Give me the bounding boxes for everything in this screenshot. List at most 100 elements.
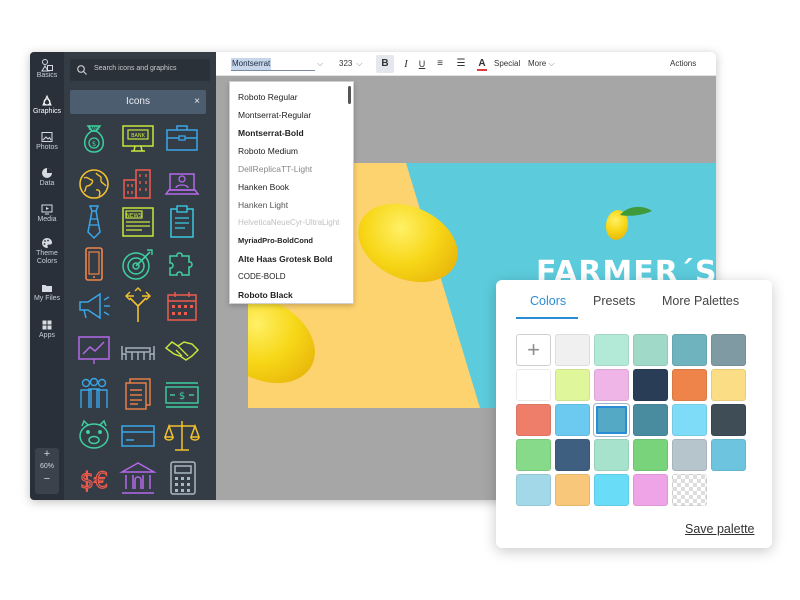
- piggy-bank-icon[interactable]: [74, 416, 114, 456]
- bank-bag-icon[interactable]: $ BANK: [74, 118, 114, 158]
- target-icon[interactable]: [118, 244, 158, 284]
- align-icon[interactable]: ≡: [434, 52, 446, 76]
- color-swatch[interactable]: [594, 439, 629, 471]
- color-swatch[interactable]: [555, 474, 590, 506]
- rail-item-data[interactable]: Data: [30, 166, 64, 188]
- font-option[interactable]: Alte Haas Grotesk Bold: [238, 250, 350, 268]
- rail-item-apps[interactable]: Apps: [30, 318, 64, 340]
- text-color-button[interactable]: A: [476, 52, 488, 76]
- font-option[interactable]: Hanken Light: [238, 196, 350, 214]
- color-swatch[interactable]: [711, 334, 746, 366]
- scales-icon[interactable]: [162, 416, 202, 456]
- special-button[interactable]: Special: [494, 52, 520, 76]
- documents-icon[interactable]: [118, 374, 158, 414]
- font-option[interactable]: Roboto Black: [238, 286, 350, 304]
- font-family-select[interactable]: Montserrat ⌵: [229, 52, 325, 76]
- more-button[interactable]: More ⌵: [528, 52, 555, 76]
- calendar-icon[interactable]: [162, 286, 202, 326]
- color-swatch[interactable]: [594, 404, 629, 436]
- clipboard-icon[interactable]: [162, 202, 202, 242]
- font-size-select[interactable]: 323 ⌵: [339, 52, 373, 76]
- font-option[interactable]: MyriadPro-BoldCond: [238, 232, 350, 250]
- puzzle-icon[interactable]: [162, 244, 202, 284]
- color-swatch[interactable]: [516, 474, 551, 506]
- briefcase-icon[interactable]: [162, 118, 202, 158]
- bold-button[interactable]: B: [376, 55, 394, 73]
- zoom-out-button[interactable]: −: [35, 473, 59, 486]
- currency-icon[interactable]: $€: [74, 458, 114, 498]
- transparent-swatch[interactable]: [672, 474, 707, 506]
- rail-item-basics[interactable]: Basics: [30, 58, 64, 80]
- meeting-table-icon[interactable]: [118, 330, 158, 370]
- color-swatch[interactable]: [516, 404, 551, 436]
- calculator-icon[interactable]: [162, 458, 202, 498]
- italic-button[interactable]: I: [400, 52, 412, 76]
- save-palette-link[interactable]: Save palette: [685, 522, 755, 536]
- color-swatch[interactable]: [516, 439, 551, 471]
- search-input[interactable]: Search icons and graphics: [94, 65, 177, 72]
- color-swatch[interactable]: [672, 334, 707, 366]
- tab-more-palettes[interactable]: More Palettes: [662, 294, 739, 308]
- laptop-user-icon[interactable]: [162, 164, 202, 204]
- font-option[interactable]: Montserrat-Regular: [238, 106, 350, 124]
- rail-item-media[interactable]: Media: [30, 202, 64, 224]
- font-option[interactable]: Roboto Regular: [238, 88, 350, 106]
- rail-label: Theme: [36, 250, 58, 257]
- bank-building-icon[interactable]: [118, 458, 158, 498]
- rail-item-photos[interactable]: Photos: [30, 130, 64, 152]
- color-swatch[interactable]: [633, 439, 668, 471]
- rail-item-my-files[interactable]: My Files: [30, 281, 64, 303]
- font-option[interactable]: Hanken Book: [238, 178, 350, 196]
- direction-arrows-icon[interactable]: [118, 286, 158, 326]
- font-option[interactable]: Roboto Medium: [238, 142, 350, 160]
- color-swatch[interactable]: [711, 404, 746, 436]
- font-family-value[interactable]: Montserrat: [231, 58, 272, 70]
- color-swatch[interactable]: [594, 474, 629, 506]
- color-swatch[interactable]: [633, 474, 668, 506]
- color-swatch[interactable]: [633, 334, 668, 366]
- rail-item-theme-colors[interactable]: Theme Colors: [30, 236, 64, 266]
- color-swatch[interactable]: [594, 369, 629, 401]
- font-dropdown[interactable]: Roboto Regular Montserrat-Regular Montse…: [229, 81, 354, 304]
- font-option[interactable]: CODE-BOLD: [238, 268, 350, 286]
- color-swatch[interactable]: [555, 404, 590, 436]
- color-swatch[interactable]: [711, 439, 746, 471]
- color-swatch[interactable]: [672, 439, 707, 471]
- zoom-in-button[interactable]: +: [35, 448, 59, 461]
- font-option[interactable]: HelveticaNeueCyr-UltraLight: [238, 214, 350, 232]
- font-option[interactable]: DellReplicaTT-Light: [238, 160, 350, 178]
- globe-icon[interactable]: [74, 164, 114, 204]
- list-icon[interactable]: ☰: [454, 52, 468, 76]
- chevron-down-icon: ⌵: [317, 59, 324, 68]
- presentation-chart-icon[interactable]: [74, 330, 114, 370]
- color-swatch[interactable]: [672, 369, 707, 401]
- buildings-icon[interactable]: [118, 164, 158, 204]
- tab-presets[interactable]: Presets: [593, 294, 635, 308]
- tab-colors[interactable]: Colors: [530, 294, 566, 308]
- color-swatch[interactable]: [516, 369, 551, 401]
- handshake-icon[interactable]: [162, 330, 202, 370]
- team-icon[interactable]: [74, 374, 114, 414]
- color-swatch[interactable]: [555, 334, 590, 366]
- color-swatch[interactable]: [672, 404, 707, 436]
- add-color-button[interactable]: +: [516, 334, 551, 366]
- color-swatch[interactable]: [711, 369, 746, 401]
- color-swatch[interactable]: [555, 439, 590, 471]
- smartphone-icon[interactable]: [74, 244, 114, 284]
- megaphone-icon[interactable]: [74, 286, 114, 326]
- color-swatch[interactable]: [633, 369, 668, 401]
- actions-button[interactable]: Actions: [670, 52, 696, 76]
- color-swatch[interactable]: [555, 369, 590, 401]
- cash-icon[interactable]: $: [162, 374, 202, 414]
- underline-button[interactable]: U: [416, 52, 428, 76]
- credit-card-icon[interactable]: [118, 416, 158, 456]
- newspaper-icon[interactable]: NEWS: [118, 202, 158, 242]
- color-swatch[interactable]: [594, 334, 629, 366]
- tie-icon[interactable]: [74, 202, 114, 242]
- bank-monitor-icon[interactable]: BANK: [118, 118, 158, 158]
- close-icon[interactable]: ×: [194, 90, 200, 114]
- font-option[interactable]: Montserrat-Bold: [238, 124, 350, 142]
- search-field[interactable]: Search icons and graphics: [70, 59, 210, 81]
- color-swatch[interactable]: [633, 404, 668, 436]
- rail-item-graphics[interactable]: Graphics: [30, 94, 64, 116]
